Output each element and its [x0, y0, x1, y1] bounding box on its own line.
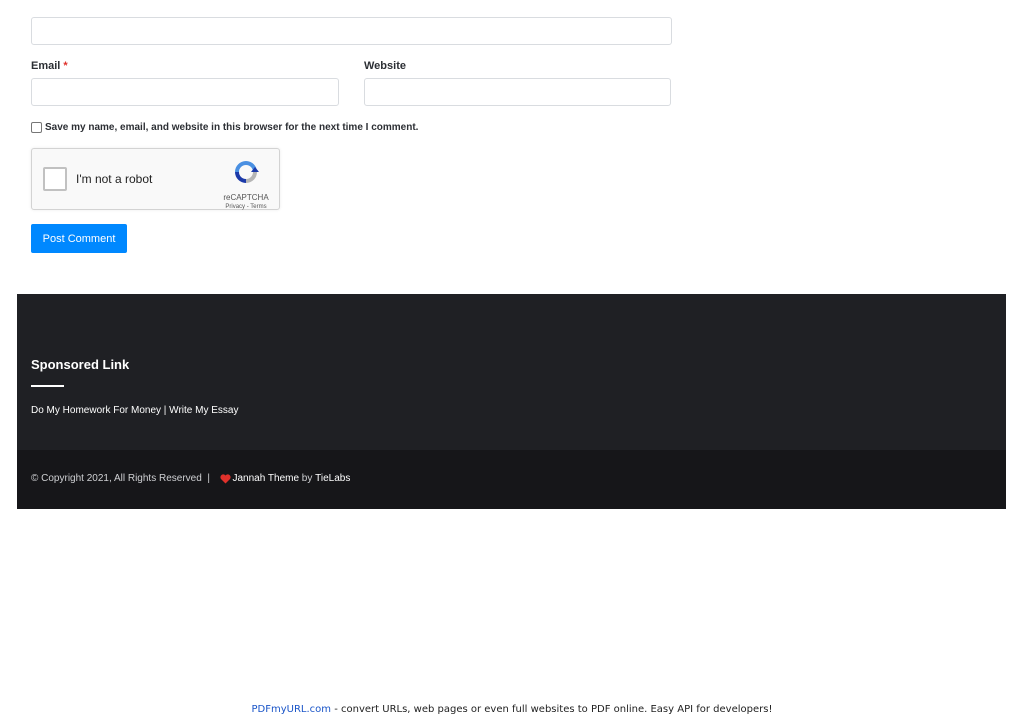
recaptcha-brand: reCAPTCHA	[223, 193, 269, 202]
save-consent-label: Save my name, email, and website in this…	[45, 121, 419, 133]
website-label: Website	[364, 60, 406, 72]
email-label: Email *	[31, 60, 68, 72]
recaptcha-checkbox[interactable]	[43, 167, 67, 191]
pdf-banner-link[interactable]: PDFmyURL.com	[252, 704, 332, 715]
recaptcha-prompt: I'm not a robot	[76, 172, 153, 186]
email-label-text: Email	[31, 60, 61, 72]
pdf-banner-text: - convert URLs, web pages or even full w…	[331, 704, 773, 715]
copyright-bar: © Copyright 2021, All Rights Reserved | …	[17, 450, 1006, 509]
theme-link[interactable]: Jannah Theme	[233, 473, 300, 484]
sponsored-link-title: Sponsored Link	[31, 357, 130, 372]
comment-top-field[interactable]	[31, 17, 672, 45]
by-text: by	[299, 473, 316, 484]
heart-icon	[219, 473, 231, 483]
footer-widgets: Sponsored Link Do My Homework For Money …	[17, 294, 1006, 450]
copyright-text: © Copyright 2021, All Rights Reserved |	[31, 473, 216, 484]
footer-title-underline	[31, 385, 64, 387]
recaptcha-icon	[235, 161, 259, 183]
save-consent-row: Save my name, email, and website in this…	[31, 120, 418, 134]
sponsored-link[interactable]: Do My Homework For Money | Write My Essa…	[31, 405, 238, 416]
required-mark: *	[63, 60, 68, 72]
recaptcha-links[interactable]: Privacy - Terms	[221, 204, 271, 210]
post-comment-button[interactable]: Post Comment	[31, 224, 127, 253]
author-link[interactable]: TieLabs	[315, 473, 350, 484]
recaptcha-widget: I'm not a robot reCAPTCHA Privacy - Term…	[31, 148, 280, 210]
pdf-banner: PDFmyURL.com - convert URLs, web pages o…	[0, 704, 1024, 715]
website-field[interactable]	[364, 78, 671, 106]
email-field[interactable]	[31, 78, 339, 106]
recaptcha-logo: reCAPTCHA Privacy - Terms	[221, 158, 271, 210]
copyright-text-row: © Copyright 2021, All Rights Reserved | …	[31, 473, 350, 484]
save-consent-checkbox[interactable]	[31, 121, 42, 133]
